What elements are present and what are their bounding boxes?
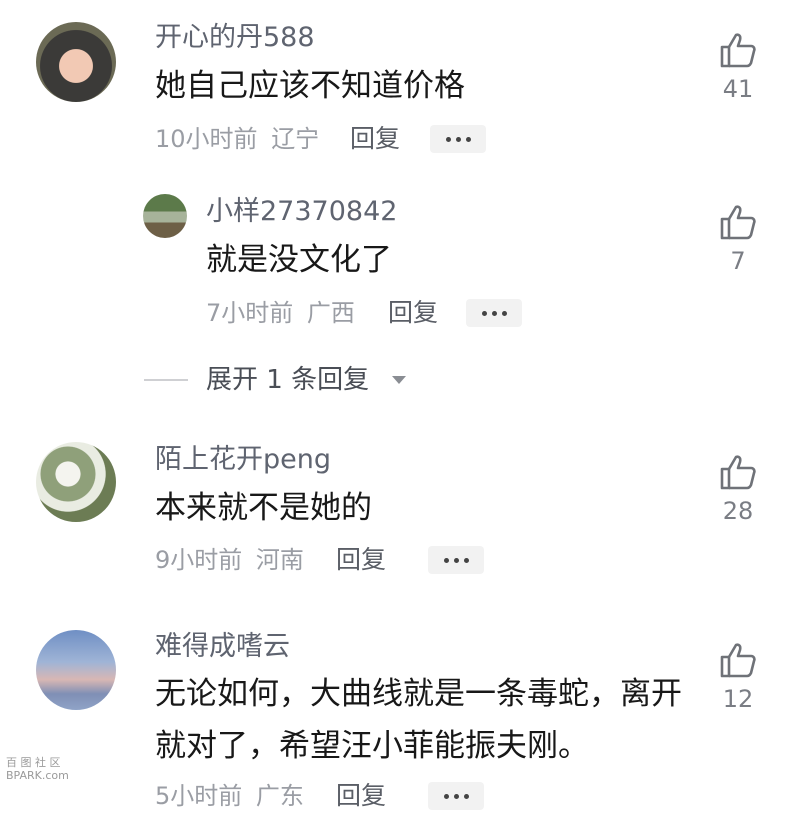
dot-icon <box>502 311 507 316</box>
avatar[interactable] <box>36 22 116 102</box>
watermark-line1: 百 图 社 区 <box>6 756 61 769</box>
thumbs-up-icon <box>720 455 756 490</box>
reply-button[interactable]: 回复 <box>350 124 400 154</box>
more-options-button[interactable] <box>430 125 486 153</box>
reply-button[interactable]: 回复 <box>336 781 386 811</box>
comment-time: 5小时前 <box>155 782 243 810</box>
dot-icon <box>464 794 469 799</box>
reply-button[interactable]: 回复 <box>336 545 386 575</box>
dot-icon <box>454 794 459 799</box>
dot-icon <box>446 137 451 142</box>
comment-time: 10小时前 <box>155 125 258 153</box>
more-options-button[interactable] <box>428 546 484 574</box>
chevron-down-icon <box>392 376 406 384</box>
like-button[interactable]: 41 <box>708 32 768 104</box>
comment-username[interactable]: 小样27370842 <box>206 194 397 230</box>
comment-username[interactable]: 难得成嗜云 <box>155 629 290 665</box>
comment-text: 本来就不是她的 <box>155 490 372 526</box>
comment-username[interactable]: 开心的丹588 <box>155 20 315 56</box>
dot-icon <box>456 137 461 142</box>
comment-meta: 5小时前 广东 <box>155 781 304 811</box>
like-count: 7 <box>730 247 746 275</box>
like-button[interactable]: 7 <box>708 204 768 276</box>
comment-meta: 7小时前 广西 <box>206 298 355 328</box>
comment-text: 她自己应该不知道价格 <box>155 68 465 104</box>
comment-meta: 9小时前 河南 <box>155 545 304 575</box>
dot-icon <box>454 558 459 563</box>
dot-icon <box>444 558 449 563</box>
dot-icon <box>444 794 449 799</box>
comment-time: 7小时前 <box>206 299 294 327</box>
avatar[interactable] <box>36 630 116 710</box>
thumbs-up-icon <box>720 643 756 678</box>
avatar[interactable] <box>143 194 187 238</box>
like-button[interactable]: 12 <box>708 642 768 714</box>
comment-time: 9小时前 <box>155 546 243 574</box>
comment-meta: 10小时前 辽宁 <box>155 124 319 154</box>
watermark-line2: BPARK.com <box>6 769 69 782</box>
comment-location: 河南 <box>255 546 304 574</box>
dot-icon <box>492 311 497 316</box>
comment-text: 无论如何，大曲线就是一条毒蛇，离开就对了，希望汪小菲能振夫刚。 <box>155 676 682 764</box>
avatar[interactable] <box>36 442 116 522</box>
like-count: 41 <box>722 75 754 103</box>
reply-button[interactable]: 回复 <box>388 298 438 328</box>
dot-icon <box>464 558 469 563</box>
dot-icon <box>466 137 471 142</box>
more-options-button[interactable] <box>428 782 484 810</box>
comment-text: 就是没文化了 <box>206 242 392 278</box>
thumbs-up-icon <box>720 205 756 240</box>
comment-username[interactable]: 陌上花开peng <box>155 442 331 478</box>
dot-icon <box>482 311 487 316</box>
watermark: 百 图 社 区 BPARK.com <box>6 756 69 782</box>
comment-location: 辽宁 <box>271 125 320 153</box>
divider <box>144 379 188 381</box>
expand-replies-label: 展开 1 条回复 <box>206 365 370 395</box>
like-button[interactable]: 28 <box>708 454 768 526</box>
more-options-button[interactable] <box>466 299 522 327</box>
comment-location: 广西 <box>306 299 355 327</box>
comment-location: 广东 <box>255 782 304 810</box>
like-count: 12 <box>722 685 754 713</box>
like-count: 28 <box>722 497 754 525</box>
thumbs-up-icon <box>720 33 756 68</box>
